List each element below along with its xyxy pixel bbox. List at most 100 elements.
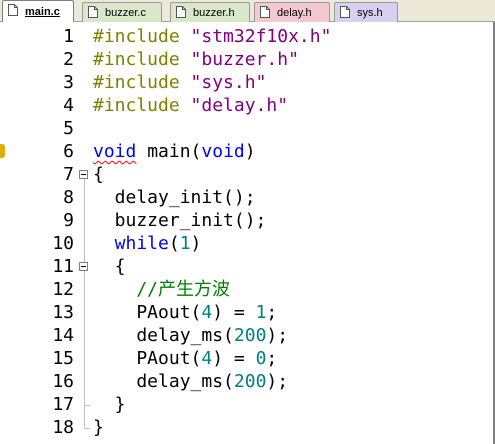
tab-main-c[interactable]: main.c [2, 0, 74, 22]
code-line[interactable]: 9 buzzer_init(); [0, 209, 490, 232]
code-text: { [93, 163, 104, 186]
code-token: buzzer_init(); [93, 210, 267, 231]
code-token: ); [266, 371, 289, 392]
line-number: 8 [63, 187, 74, 208]
code-line[interactable]: 3 #include "sys.h" [0, 71, 490, 94]
tab-label: main.c [25, 6, 60, 18]
code-line[interactable]: 18} [0, 416, 490, 439]
tab-label: delay.h [277, 7, 312, 19]
line-number: 15 [52, 348, 74, 369]
line-number: 5 [63, 118, 74, 139]
code-line[interactable]: 17 } [0, 393, 490, 416]
code-token: delay_ms( [93, 371, 234, 392]
line-number: 9 [63, 210, 74, 231]
code-text: while(1) [93, 232, 202, 255]
tab-label: buzzer.c [105, 7, 146, 19]
tab-delay-h[interactable]: delay.h [254, 2, 330, 22]
code-line[interactable]: 6 void main(void) [0, 140, 490, 163]
code-token: while [93, 233, 169, 254]
line-number: 7 [63, 164, 74, 185]
code-line[interactable]: 15 PAout(4) = 0; [0, 347, 490, 370]
line-number: 3 [63, 72, 74, 93]
code-token: PAout( [93, 302, 202, 323]
tab-sys-h[interactable]: sys.h [334, 2, 398, 22]
code-token: ) [244, 141, 256, 162]
code-token: ) = [212, 302, 256, 323]
line-number: 6 [63, 141, 74, 162]
fold-toggle-icon[interactable] [79, 170, 88, 179]
code-line[interactable]: 12 //产生方波 [0, 278, 490, 301]
code-text: delay_ms(200); [93, 370, 288, 393]
code-line[interactable]: 11 { [0, 255, 490, 278]
file-icon [176, 6, 186, 18]
code-token: #include [93, 72, 191, 93]
code-token: ); [266, 325, 289, 346]
code-line[interactable]: 5 [0, 117, 490, 140]
code-token: 1 [255, 302, 267, 323]
code-token: #include [93, 26, 191, 47]
code-line[interactable]: 14 delay_ms(200); [0, 324, 490, 347]
fold-toggle-icon[interactable] [79, 262, 88, 271]
file-icon [88, 6, 98, 18]
code-token: "sys.h" [190, 72, 267, 93]
code-token: } [93, 417, 104, 438]
code-token: { [93, 256, 126, 277]
code-token: "delay.h" [190, 95, 289, 116]
line-number: 16 [52, 371, 74, 392]
code-text: PAout(4) = 0; [93, 347, 277, 370]
code-token: ) [190, 233, 202, 254]
code-line[interactable]: 13 PAout(4) = 1; [0, 301, 490, 324]
code-text: buzzer_init(); [93, 209, 267, 232]
fold-end-mark [84, 405, 90, 406]
code-token: #include [93, 49, 191, 70]
code-text: delay_ms(200); [93, 324, 288, 347]
code-token: #include [93, 95, 191, 116]
code-line[interactable]: 4 #include "delay.h" [0, 94, 490, 117]
code-line[interactable]: 2 #include "buzzer.h" [0, 48, 490, 71]
code-token: void [201, 141, 245, 162]
code-line[interactable]: 8 delay_init(); [0, 186, 490, 209]
code-text: } [93, 416, 104, 439]
code-token: delay_init(); [93, 187, 256, 208]
file-icon [8, 4, 18, 16]
code-token: "stm32f10x.h" [190, 26, 332, 47]
file-icon [340, 6, 350, 18]
code-text: void main(void) [93, 140, 256, 163]
code-text: delay_init(); [93, 186, 256, 209]
tab-bar: main.c buzzer.c buzzer.h delay.h sys.h [0, 0, 495, 22]
code-token: PAout( [93, 348, 202, 369]
line-number: 11 [52, 256, 74, 277]
code-token: 4 [201, 348, 213, 369]
code-text: //产生方波 [93, 278, 230, 301]
code-line[interactable]: 10 while(1) [0, 232, 490, 255]
code-token: 1 [179, 233, 191, 254]
code-line[interactable]: 7{ [0, 163, 490, 186]
line-number: 12 [52, 279, 74, 300]
line-number: 10 [52, 233, 74, 254]
code-line[interactable]: 16 delay_ms(200); [0, 370, 490, 393]
code-line[interactable]: 1 #include "stm32f10x.h" [0, 25, 490, 48]
line-number: 14 [52, 325, 74, 346]
line-number: 4 [63, 95, 74, 116]
file-icon [260, 6, 270, 18]
code-text: { [93, 255, 126, 278]
tab-buzzer-c[interactable]: buzzer.c [82, 2, 162, 22]
code-token: main( [136, 141, 202, 162]
fold-end-mark [84, 428, 90, 429]
code-token: delay_ms( [93, 325, 234, 346]
code-editor[interactable]: 1 #include "stm32f10x.h" 2 #include "buzzer… [0, 22, 495, 444]
code-token: //产生方波 [93, 279, 231, 300]
code-token: ) = [212, 348, 256, 369]
code-text: #include "sys.h" [93, 71, 266, 94]
code-text: } [93, 393, 126, 416]
code-text: #include "buzzer.h" [93, 48, 299, 71]
code-token: 4 [201, 302, 213, 323]
line-number: 2 [63, 49, 74, 70]
code-token: 200 [233, 325, 267, 346]
code-token: void [93, 141, 137, 162]
code-token: ; [266, 302, 278, 323]
code-token: { [93, 164, 104, 185]
tab-buzzer-h[interactable]: buzzer.h [170, 2, 250, 22]
code-token: 0 [255, 348, 267, 369]
line-number: 17 [52, 394, 74, 415]
